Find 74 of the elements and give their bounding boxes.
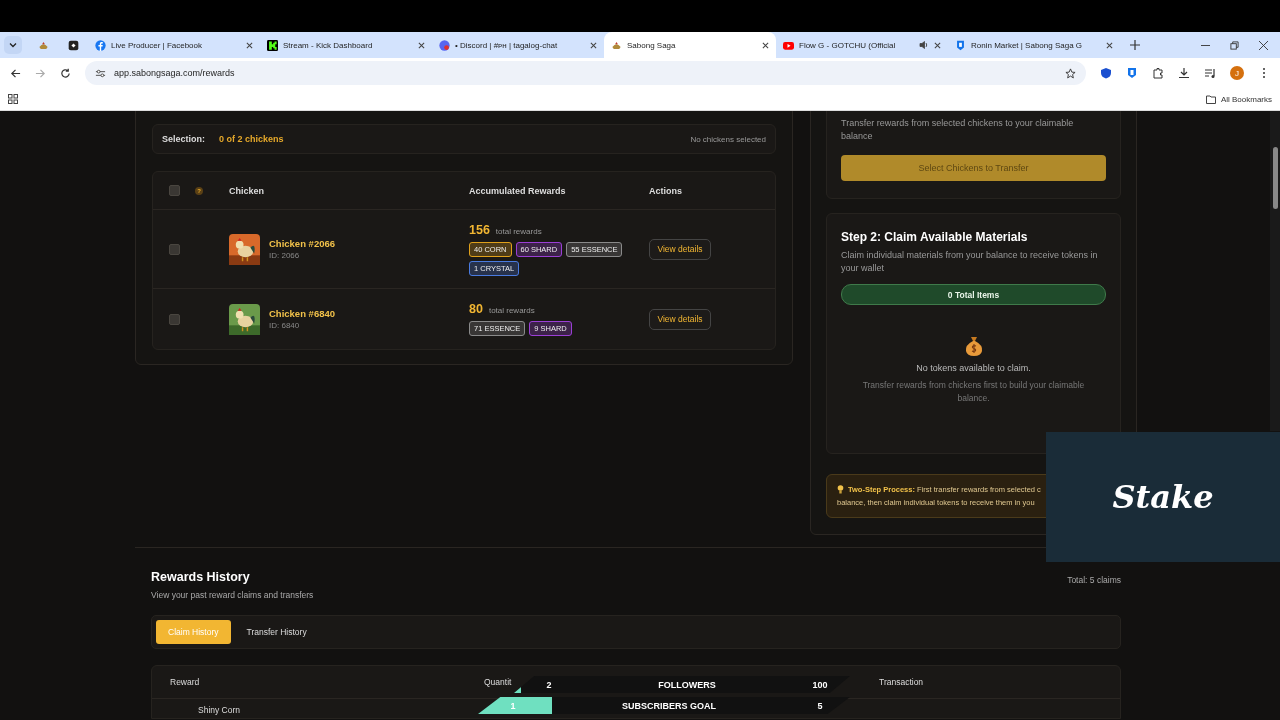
facebook-icon xyxy=(95,39,106,51)
column-header: Reward xyxy=(170,677,200,687)
view-details-button[interactable]: View details xyxy=(649,308,711,330)
stake-logo: Stake xyxy=(1112,478,1214,516)
reward-name: Shiny Corn xyxy=(198,705,241,715)
speaker-icon[interactable] xyxy=(919,40,929,50)
empty-state-text: Transfer rewards from chickens first to build your claimable balance. xyxy=(861,379,1086,405)
row-checkbox[interactable] xyxy=(169,313,180,325)
restore-icon[interactable] xyxy=(1230,41,1239,50)
rooster-picture xyxy=(229,303,260,335)
history-tab[interactable]: Transfer History xyxy=(234,620,319,644)
kick-icon xyxy=(267,39,278,51)
history-title: Rewards History xyxy=(151,570,251,584)
total-rewards: 156 xyxy=(469,222,490,237)
selection-count: 0 of 2 chickens xyxy=(219,134,284,144)
close-tab-icon[interactable] xyxy=(1106,41,1113,49)
rooster-picture xyxy=(229,233,260,265)
star-icon[interactable] xyxy=(1065,67,1076,79)
goal-target: 100 xyxy=(811,679,829,690)
total-rewards-label: total rewards xyxy=(488,306,535,315)
close-tab-icon[interactable] xyxy=(762,41,769,49)
scrollbar[interactable] xyxy=(1270,111,1280,431)
goal-label: FOLLOWERS xyxy=(657,679,717,690)
column-header: Chicken xyxy=(229,185,265,196)
close-icon[interactable] xyxy=(1259,41,1268,50)
history-subtitle: View your past reward claims and transfers xyxy=(151,590,314,600)
shield-icon xyxy=(955,39,966,51)
total-items-badge: 0 Total Items xyxy=(841,284,1106,305)
download-icon[interactable] xyxy=(1178,67,1190,79)
caret-icon xyxy=(9,41,17,49)
claims-total: Total: 5 claims xyxy=(1067,575,1121,585)
lightbulb-icon xyxy=(837,485,844,494)
shield-icon[interactable] xyxy=(1100,67,1112,79)
app-icon xyxy=(67,39,79,51)
extensions-icon[interactable] xyxy=(1152,67,1164,79)
shield-icon[interactable] xyxy=(1126,67,1138,79)
site-settings-icon[interactable] xyxy=(95,67,106,79)
row-checkbox[interactable] xyxy=(169,243,180,255)
chicken-name: Chicken #2066 xyxy=(269,238,335,249)
select-all-checkbox[interactable] xyxy=(169,185,180,196)
chicken-name: Chicken #6840 xyxy=(269,308,335,319)
goal-count: 1 xyxy=(509,700,517,711)
reload-icon[interactable] xyxy=(60,67,71,79)
selection-status: No chickens selected xyxy=(690,134,766,144)
view-details-button[interactable]: View details xyxy=(649,238,711,260)
column-header: Accumulated Rewards xyxy=(469,185,567,196)
new-tab-icon[interactable] xyxy=(1130,40,1140,50)
selection-label: Selection: xyxy=(162,134,205,144)
claim-title: Step 2: Claim Available Materials xyxy=(841,230,1029,244)
column-header: Quantit xyxy=(484,677,512,687)
apps-grid-icon[interactable] xyxy=(8,94,18,104)
close-tab-icon[interactable] xyxy=(590,41,597,49)
chicken-id: ID: 6840 xyxy=(269,321,301,330)
total-rewards: 80 xyxy=(469,302,483,316)
goal-label: SUBSCRIBERS GOAL xyxy=(621,700,717,711)
media-queue-icon[interactable] xyxy=(1204,67,1216,79)
close-tab-icon[interactable] xyxy=(418,41,425,49)
column-header: Actions xyxy=(649,185,683,196)
folder-icon xyxy=(1205,94,1216,104)
total-rewards-label: total rewards xyxy=(495,226,542,236)
tab-search-button[interactable] xyxy=(4,36,22,54)
browser-tab[interactable]: Sabong Saga xyxy=(604,32,776,58)
transfer-description: Transfer rewards from selected chickens to your claimable balance xyxy=(841,117,1075,143)
goal-target: 5 xyxy=(816,700,824,711)
close-tab-icon[interactable] xyxy=(246,41,253,49)
back-icon[interactable] xyxy=(10,67,21,79)
column-header: Transaction xyxy=(879,677,924,687)
youtube-icon xyxy=(783,39,794,51)
goal-count: 2 xyxy=(545,679,553,690)
chicken-id: ID: 2066 xyxy=(269,251,301,260)
claim-description: Claim individual materials from your balance to receive tokens in your wallet xyxy=(841,249,1099,275)
empty-state-title: No tokens available to claim. xyxy=(916,363,1031,373)
close-tab-icon[interactable] xyxy=(934,41,941,49)
all-bookmarks-link[interactable]: All Bookmarks xyxy=(1220,94,1272,104)
